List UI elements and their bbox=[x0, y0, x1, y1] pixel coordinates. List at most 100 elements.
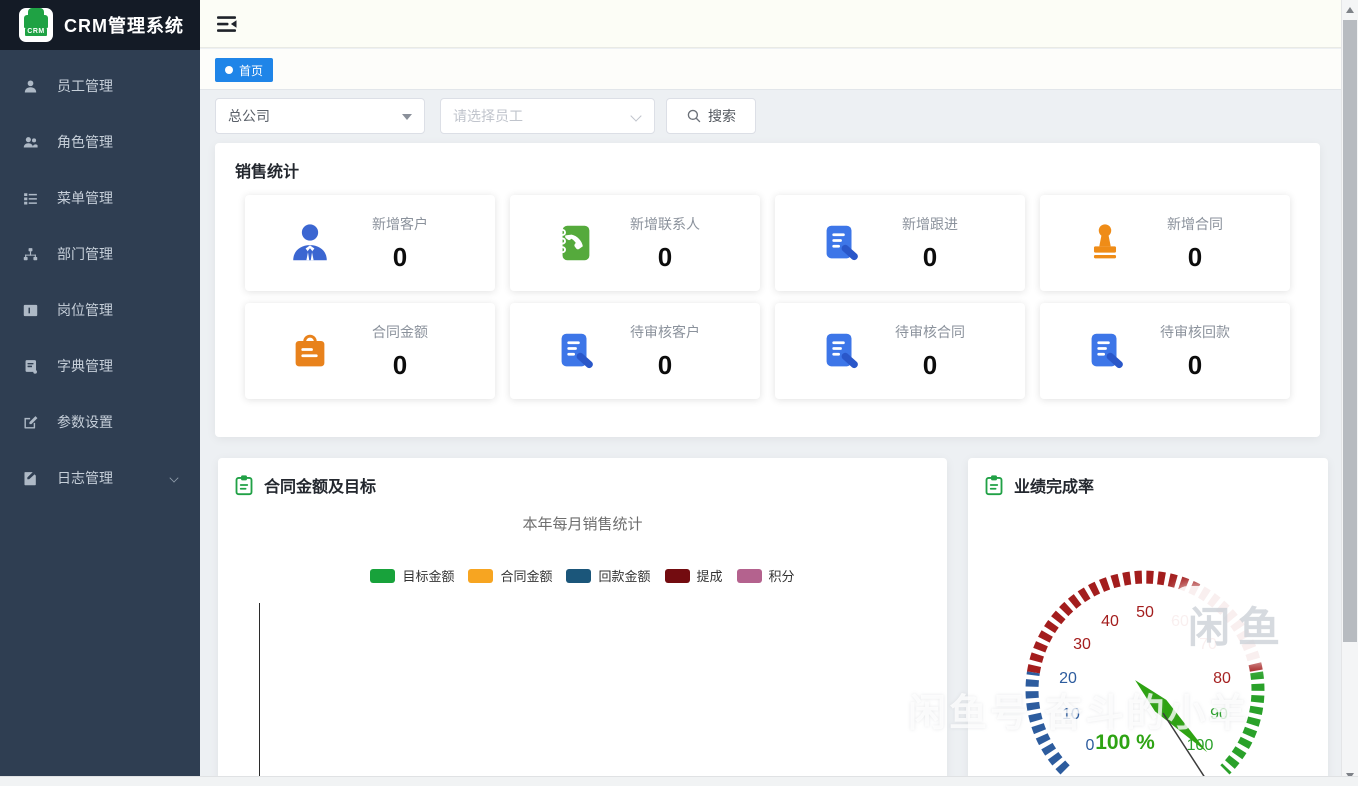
stamp-icon bbox=[1082, 220, 1128, 266]
app-logo-bar: CRM CRM管理系统 bbox=[0, 0, 200, 50]
svg-text:70: 70 bbox=[1199, 636, 1217, 653]
stat-label: 待审核合同 bbox=[895, 323, 965, 340]
vertical-scrollbar-thumb[interactable] bbox=[1343, 20, 1357, 642]
legend-swatch bbox=[468, 568, 494, 583]
gauge-arc-mid bbox=[1026, 570, 1264, 674]
contract-amount-icon bbox=[287, 328, 333, 374]
crm-dashboard-page: CRM CRM管理系统 员工管理 角色管理 菜单管理 部门管理 岗位管理 字典管… bbox=[0, 0, 1358, 786]
chevron-down-icon bbox=[630, 110, 642, 122]
legend-item-contract[interactable]: 合同金额 bbox=[468, 566, 552, 585]
stat-label: 新增跟进 bbox=[902, 215, 958, 232]
chevron-down-icon bbox=[169, 473, 179, 483]
clipboard-icon bbox=[984, 474, 1004, 496]
chart-legend: 目标金额 合同金额 回款金额 提成 积分 bbox=[218, 566, 947, 585]
dictionary-icon bbox=[21, 357, 39, 375]
stat-value: 0 bbox=[657, 241, 673, 272]
sidebar-item-dictionary[interactable]: 字典管理 bbox=[0, 338, 200, 394]
stat-card-pending-payment: 待审核回款 0 bbox=[1040, 303, 1290, 399]
sidebar-item-settings[interactable]: 参数设置 bbox=[0, 394, 200, 450]
user-icon bbox=[21, 77, 39, 95]
svg-text:50: 50 bbox=[1136, 604, 1154, 621]
sidebar-item-logs[interactable]: 日志管理 bbox=[0, 450, 200, 506]
sales-stats-title: 销售统计 bbox=[235, 164, 300, 181]
stat-value: 0 bbox=[1187, 349, 1203, 380]
legend-swatch bbox=[736, 568, 762, 583]
sidebar-item-role[interactable]: 角色管理 bbox=[0, 114, 200, 170]
follow-up-doc-icon bbox=[817, 220, 863, 266]
stat-card-new-contact: 新增联系人 0 bbox=[510, 195, 760, 291]
legend-item-points[interactable]: 积分 bbox=[736, 566, 795, 585]
search-icon bbox=[687, 109, 701, 123]
vertical-scrollbar[interactable] bbox=[1341, 0, 1358, 786]
sidebar-item-post[interactable]: 岗位管理 bbox=[0, 282, 200, 338]
stat-value: 0 bbox=[922, 349, 938, 380]
pending-doc-icon bbox=[1082, 328, 1128, 374]
scroll-up-arrow-icon[interactable] bbox=[1346, 7, 1354, 13]
sidebar-item-label: 岗位管理 bbox=[57, 302, 113, 318]
sidebar-item-employee[interactable]: 员工管理 bbox=[0, 58, 200, 114]
legend-item-commission[interactable]: 提成 bbox=[664, 566, 723, 585]
svg-text:0: 0 bbox=[1086, 737, 1095, 754]
clipboard-icon bbox=[234, 474, 254, 496]
logo-text: CRM bbox=[25, 27, 47, 36]
stat-card-pending-customer: 待审核客户 0 bbox=[510, 303, 760, 399]
svg-text:20: 20 bbox=[1059, 670, 1077, 687]
caret-down-icon bbox=[402, 114, 412, 120]
search-button[interactable]: 搜索 bbox=[666, 98, 756, 134]
customer-icon bbox=[287, 220, 333, 266]
performance-panel: 业绩完成率 0 10 20 30 40 50 60 70 80 90 100 1… bbox=[968, 458, 1328, 786]
sidebar-item-label: 参数设置 bbox=[57, 414, 113, 430]
svg-text:80: 80 bbox=[1213, 670, 1231, 687]
stat-value: 0 bbox=[922, 241, 938, 272]
org-tree-icon bbox=[21, 245, 39, 263]
tab-home[interactable]: 首页 bbox=[215, 58, 274, 82]
horizontal-scrollbar[interactable] bbox=[0, 776, 1358, 786]
gauge-detail-value: 100 % bbox=[1095, 731, 1155, 754]
employee-select[interactable]: 请选择员工 bbox=[440, 98, 655, 134]
topbar bbox=[200, 0, 1341, 48]
legend-swatch bbox=[566, 568, 592, 583]
sidebar-item-label: 部门管理 bbox=[57, 246, 113, 262]
sidebar-item-menu[interactable]: 菜单管理 bbox=[0, 170, 200, 226]
legend-item-payment[interactable]: 回款金额 bbox=[566, 566, 651, 585]
employee-select-placeholder: 请选择员工 bbox=[453, 108, 523, 124]
chart-title: 本年每月销售统计 bbox=[522, 516, 643, 533]
tab-active-dot-icon bbox=[225, 66, 233, 74]
sidebar-item-label: 菜单管理 bbox=[57, 190, 113, 206]
stat-card-new-contract: 新增合同 0 bbox=[1040, 195, 1290, 291]
menu-fold-icon[interactable] bbox=[217, 15, 237, 33]
users-icon bbox=[21, 133, 39, 151]
stat-card-pending-contract: 待审核合同 0 bbox=[775, 303, 1025, 399]
sidebar-item-department[interactable]: 部门管理 bbox=[0, 226, 200, 282]
svg-text:10: 10 bbox=[1062, 706, 1080, 723]
panel-title: 合同金额及目标 bbox=[264, 479, 377, 496]
company-select[interactable]: 总公司 bbox=[215, 98, 425, 134]
sidebar-item-label: 角色管理 bbox=[57, 134, 113, 150]
sidebar-item-label: 日志管理 bbox=[57, 470, 113, 486]
stat-value: 0 bbox=[392, 349, 408, 380]
edit-settings-icon bbox=[21, 413, 39, 431]
gauge-arc-low bbox=[1025, 671, 1070, 775]
stat-label: 合同金额 bbox=[372, 323, 428, 340]
gauge-arc-high bbox=[1220, 671, 1265, 775]
stat-card-contract-amount: 合同金额 0 bbox=[245, 303, 495, 399]
company-select-value: 总公司 bbox=[228, 108, 270, 124]
svg-text:30: 30 bbox=[1073, 636, 1091, 653]
menu-list-icon bbox=[21, 189, 39, 207]
stat-value: 0 bbox=[392, 241, 408, 272]
stat-value: 0 bbox=[657, 349, 673, 380]
tab-bar: 首页 bbox=[200, 49, 1341, 90]
pending-doc-icon bbox=[817, 328, 863, 374]
stat-label: 待审核客户 bbox=[630, 323, 700, 340]
sidebar: CRM CRM管理系统 员工管理 角色管理 菜单管理 部门管理 岗位管理 字典管… bbox=[0, 0, 200, 776]
svg-text:40: 40 bbox=[1101, 613, 1119, 630]
stat-card-new-follow-up: 新增跟进 0 bbox=[775, 195, 1025, 291]
stat-label: 待审核回款 bbox=[1160, 323, 1230, 340]
sidebar-item-label: 字典管理 bbox=[57, 358, 113, 374]
legend-item-target[interactable]: 目标金额 bbox=[370, 566, 454, 585]
sidebar-item-label: 员工管理 bbox=[57, 78, 113, 94]
svg-text:90: 90 bbox=[1210, 706, 1228, 723]
legend-swatch bbox=[664, 568, 690, 583]
stat-label: 新增合同 bbox=[1167, 215, 1223, 232]
tab-label: 首页 bbox=[239, 63, 264, 78]
